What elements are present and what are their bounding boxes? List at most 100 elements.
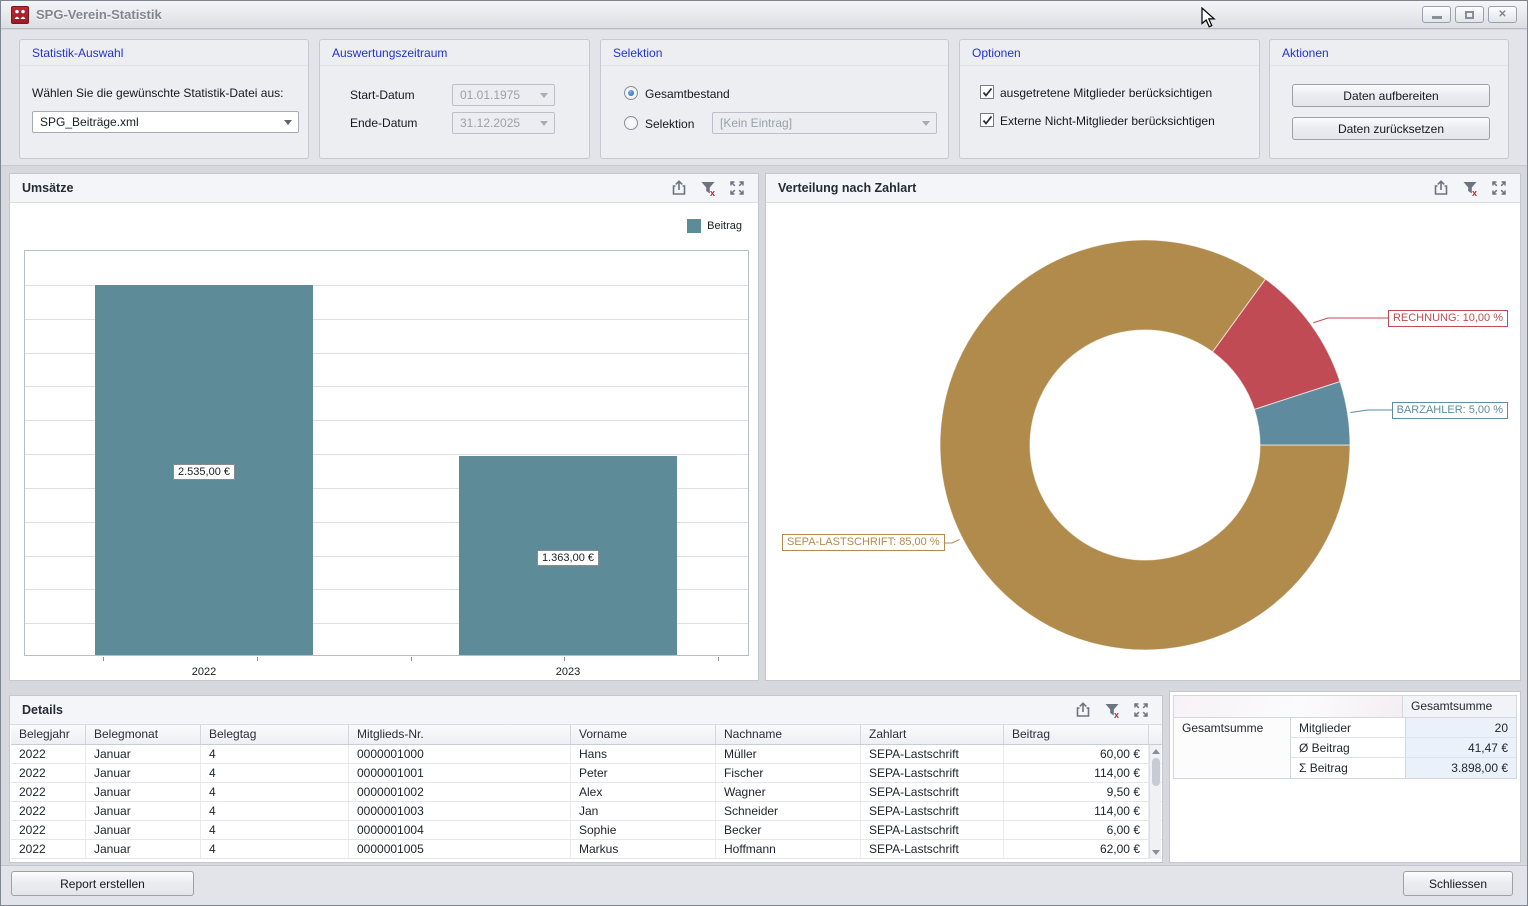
statistik-datei-label: Wählen Sie die gewünschte Statistik-Date… [32,86,283,100]
export-icon[interactable] [1432,179,1450,197]
close-button[interactable]: ✕ [1488,6,1517,23]
table-cell: SEPA-Lastschrift [861,745,1004,763]
minimize-button[interactable] [1422,6,1451,23]
table-cell: Schneider [716,802,861,820]
table-cell: Sophie [571,821,716,839]
groupbox-title: Auswertungszeitraum [320,40,589,66]
legend-label: Beitrag [707,220,742,232]
scrollbar-thumb[interactable] [1152,758,1160,786]
table-cell: Januar [86,840,201,858]
table-row[interactable]: 2022Januar40000001004SophieBeckerSEPA-La… [11,821,1162,840]
table-row[interactable]: 2022Januar40000001001PeterFischerSEPA-La… [11,764,1162,783]
report-erstellen-button[interactable]: Report erstellen [11,871,194,896]
expand-icon[interactable] [1490,179,1508,197]
groupbox-title: Statistik-Auswahl [20,40,308,66]
externe-checkbox[interactable] [980,113,994,127]
table-row[interactable]: 2022Januar40000001003JanSchneiderSEPA-La… [11,802,1162,821]
gesamt-row-value: 41,47 € [1406,738,1516,757]
legend: Beitrag [687,219,742,233]
column-header-zahlart[interactable]: Zahlart [861,725,1004,744]
statistik-datei-combobox[interactable]: SPG_Beiträge.xml [32,111,299,133]
start-datum-value: 01.01.1975 [460,88,520,102]
groupbox-optionen: Optionen ausgetretene Mitglieder berücks… [959,39,1260,159]
table-cell: 62,00 € [1004,840,1149,858]
chevron-down-icon [922,121,930,126]
selektion-combobox: [Kein Eintrag] [712,112,937,134]
vertical-scrollbar[interactable] [1149,745,1161,859]
table-cell: 114,00 € [1004,802,1149,820]
table-cell: Müller [716,745,861,763]
groupbox-aktionen: Aktionen Daten aufbereiten Daten zurücks… [1269,39,1509,159]
table-cell: Becker [716,821,861,839]
groupbox-auswertungszeitraum: Auswertungszeitraum Start-Datum 01.01.19… [319,39,590,159]
column-header-belegjahr[interactable]: Belegjahr [11,725,86,744]
table-row[interactable]: 2022Januar40000001002AlexWagnerSEPA-Last… [11,783,1162,802]
svg-text:x: x [1472,188,1477,197]
table-cell: 0000001004 [349,821,571,839]
donut-svg [766,204,1520,680]
details-table: BelegjahrBelegmonatBelegtagMitglieds-Nr.… [11,725,1162,859]
svg-text:x: x [1114,710,1119,719]
svg-text:x: x [710,188,715,197]
column-header-nachname[interactable]: Nachname [716,725,861,744]
gesamt-row-value: 20 [1406,718,1516,737]
clear-filter-icon[interactable]: x [1103,701,1121,719]
clear-filter-icon[interactable]: x [699,179,717,197]
column-header-belegmonat[interactable]: Belegmonat [86,725,201,744]
selektion-value: [Kein Eintrag] [720,116,792,130]
clear-filter-icon[interactable]: x [1461,179,1479,197]
table-cell: Hans [571,745,716,763]
start-datum-label: Start-Datum [350,88,415,102]
column-header-beitrag[interactable]: Beitrag [1004,725,1149,744]
umsaetze-header: Umsätze x [10,174,758,203]
scroll-down-icon[interactable] [1152,850,1160,855]
people-icon [13,8,27,22]
ende-datum-field: 31.12.2025 [452,112,555,134]
column-header-vorname[interactable]: Vorname [571,725,716,744]
gesamtbestand-radio[interactable] [624,86,638,100]
details-panel: Details x [9,695,1163,863]
table-cell: 4 [201,764,349,782]
gesamt-row: Σ Beitrag3.898,00 € [1291,758,1516,778]
x-axis-label: 2022 [192,666,216,678]
column-header-belegtag[interactable]: Belegtag [201,725,349,744]
column-header-mitgliedsnr[interactable]: Mitglieds-Nr. [349,725,571,744]
table-cell: 2022 [11,802,86,820]
expand-icon[interactable] [1132,701,1150,719]
gesamtbestand-label: Gesamtbestand [645,87,730,101]
chevron-down-icon [540,121,548,126]
maximize-button[interactable] [1455,6,1484,23]
selektion-label: Selektion [645,117,694,131]
chevron-down-icon [284,120,292,125]
pie-label-barzahler: BARZAHLER: 5,00 % [1392,402,1508,419]
bar-value-label: 1.363,00 € [537,550,599,566]
x-axis-tick [257,657,258,661]
details-header-row: BelegjahrBelegmonatBelegtagMitglieds-Nr.… [11,725,1162,745]
verteilung-header: Verteilung nach Zahlart x [766,174,1520,203]
table-cell: 9,50 € [1004,783,1149,801]
window-title: SPG-Verein-Statistik [36,7,162,22]
table-row[interactable]: 2022Januar40000001000HansMüllerSEPA-Last… [11,745,1162,764]
ende-datum-label: Ende-Datum [350,116,417,130]
table-row[interactable]: 2022Januar40000001005MarkusHoffmannSEPA-… [11,840,1162,859]
scroll-up-icon[interactable] [1152,749,1160,754]
table-cell: SEPA-Lastschrift [861,802,1004,820]
selektion-radio[interactable] [624,116,638,130]
externe-label: Externe Nicht-Mitglieder berücksichtigen [1000,114,1215,128]
table-cell: 0000001002 [349,783,571,801]
ausgetretene-checkbox[interactable] [980,85,994,99]
verteilung-title: Verteilung nach Zahlart [778,181,916,195]
table-cell: SEPA-Lastschrift [861,840,1004,858]
statistik-datei-value: SPG_Beiträge.xml [40,115,139,129]
table-cell: 2022 [11,764,86,782]
ende-datum-value: 31.12.2025 [460,116,520,130]
table-cell: Januar [86,783,201,801]
expand-icon[interactable] [728,179,746,197]
table-cell: Jan [571,802,716,820]
daten-zuruecksetzen-button[interactable]: Daten zurücksetzen [1292,117,1490,140]
legend-swatch [687,219,701,233]
export-icon[interactable] [670,179,688,197]
schliessen-button[interactable]: Schliessen [1403,871,1513,896]
daten-aufbereiten-button[interactable]: Daten aufbereiten [1292,84,1490,107]
export-icon[interactable] [1074,701,1092,719]
